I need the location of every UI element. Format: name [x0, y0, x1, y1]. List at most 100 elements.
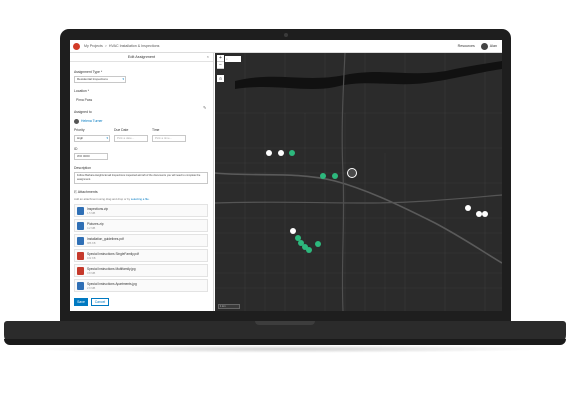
laptop-shadow	[20, 345, 550, 353]
zoom-out-button[interactable]: −	[217, 62, 224, 69]
time-label: Time	[152, 128, 160, 132]
description-textarea[interactable]: Follow Barbara Heights Email Inspections…	[74, 172, 208, 184]
attachments-hint-text: Add an attachment using drag and drop or…	[74, 197, 131, 201]
image-file-icon	[77, 267, 84, 275]
attachment-size: 4.2 MB	[87, 227, 96, 230]
app-header: My Projects > HVAC Installation & Inspec…	[70, 40, 502, 53]
locate-icon: ⊙	[218, 76, 223, 81]
basemap	[215, 53, 502, 311]
avatar[interactable]	[480, 42, 488, 50]
attachment-size: 102 KB	[87, 257, 96, 260]
scale-label: 1 km	[220, 305, 226, 308]
laptop-base-edge	[4, 339, 566, 345]
work-order-input[interactable]: WO 0000	[74, 153, 108, 160]
assigned-to-label: Assigned to	[74, 110, 92, 114]
select-file-link[interactable]: selecting a file.	[131, 197, 150, 201]
priority-value: High	[77, 136, 84, 140]
app-logo-icon[interactable]	[73, 42, 80, 50]
attachment-size: 3.8 MB	[87, 272, 96, 275]
map-search-button[interactable]: ⌕	[225, 56, 241, 62]
chevron-down-icon: ▾	[122, 77, 124, 81]
attachments-label: ⎘ Attachments	[74, 190, 98, 194]
assignment-marker[interactable]	[306, 247, 312, 253]
chevron-down-icon: ▾	[106, 136, 108, 140]
due-date-input[interactable]: Pick a date...	[114, 135, 148, 142]
attachment-item[interactable]: Special Instructions Multifamily.jpg 3.8…	[74, 264, 208, 277]
cancel-button[interactable]: Cancel	[91, 298, 109, 306]
laptop-mockup: My Projects > HVAC Installation & Inspec…	[0, 0, 570, 419]
assignment-type-value: Residential Inspections	[77, 77, 108, 81]
priority-label: Priority	[74, 128, 85, 132]
attachment-name: Inspections.zip	[87, 207, 109, 211]
attachment-item[interactable]: Inspections.zip 1.5 MB	[74, 204, 208, 217]
zip-file-icon	[77, 222, 84, 230]
laptop-notch	[255, 321, 315, 325]
breadcrumb-project[interactable]: HVAC Installation & Inspections	[109, 44, 159, 48]
breadcrumb-my-projects[interactable]: My Projects	[84, 44, 103, 48]
map-view[interactable]: + − ⌕ ⊙ 1 km	[215, 53, 502, 311]
attachment-name: Installation_guidelines.pdf	[87, 237, 124, 241]
assignment-type-label: Assignment Type *	[74, 70, 103, 74]
work-order-label: ID	[74, 147, 78, 151]
zip-file-icon	[77, 207, 84, 215]
attachment-size: 2.9 MB	[87, 287, 96, 290]
map-cluster-marker[interactable]	[476, 211, 482, 217]
attachment-item[interactable]: Pictures.zip 4.2 MB	[74, 219, 208, 232]
attachment-item[interactable]: Special Instructions SingleFamily.pdf 10…	[74, 249, 208, 262]
search-icon: ⌕	[226, 57, 228, 61]
map-cluster-marker[interactable]	[290, 228, 296, 234]
attachments-hint: Add an attachment using drag and drop or…	[74, 197, 149, 201]
attachments-title: Attachments	[77, 190, 98, 194]
assignment-marker[interactable]	[295, 235, 301, 241]
time-placeholder: Pick a time...	[155, 136, 173, 140]
panel-header: Edit Assignment ×	[70, 53, 213, 62]
river	[235, 61, 502, 89]
assignment-marker[interactable]	[315, 241, 321, 247]
attachment-name: Special Instructions SingleFamily.pdf	[87, 252, 139, 256]
minor-streets	[215, 113, 502, 311]
due-date-label: Due Date	[114, 128, 129, 132]
locate-button[interactable]: ⊙	[217, 75, 224, 82]
due-date-placeholder: Pick a date...	[117, 136, 135, 140]
webcam	[284, 33, 288, 37]
pdf-file-icon	[77, 252, 84, 260]
user-name[interactable]: Alan	[490, 44, 497, 48]
time-input[interactable]: Pick a time...	[152, 135, 186, 142]
map-markers	[266, 150, 488, 253]
road-network	[215, 53, 502, 311]
assignee-avatar	[74, 119, 79, 124]
highway	[341, 53, 346, 311]
save-button[interactable]: Save	[74, 298, 88, 306]
attachment-item[interactable]: Special Instructions Apartments.jpg 2.9 …	[74, 279, 208, 292]
location-value[interactable]: Pima Pass	[76, 98, 92, 102]
priority-select[interactable]: High ▾	[74, 135, 110, 142]
attachment-name: Pictures.zip	[87, 222, 104, 226]
map-cluster-marker[interactable]	[465, 205, 471, 211]
edit-assignment-panel: Edit Assignment × Assignment Type * Resi…	[70, 53, 214, 311]
attachment-name: Special Instructions Multifamily.jpg	[87, 267, 136, 271]
map-cluster-marker[interactable]	[482, 211, 488, 217]
assignment-type-select[interactable]: Residential Inspections ▾	[74, 76, 126, 83]
attachment-name: Special Instructions Apartments.jpg	[87, 282, 137, 286]
app-screen: My Projects > HVAC Installation & Inspec…	[70, 40, 502, 311]
edit-location-icon[interactable]: ✎	[203, 105, 206, 110]
worker-avatar-icon	[348, 169, 356, 177]
assignment-marker[interactable]	[332, 173, 338, 179]
zoom-control: + −	[217, 55, 224, 69]
close-icon[interactable]: ×	[207, 54, 209, 59]
assignment-marker[interactable]	[289, 150, 295, 156]
map-cluster-marker[interactable]	[266, 150, 272, 156]
scale-bar: 1 km	[218, 304, 240, 309]
breadcrumb-separator: >	[104, 44, 107, 48]
attachment-item[interactable]: Installation_guidelines.pdf 986 KB	[74, 234, 208, 247]
assignee-name[interactable]: Helena Turner	[81, 119, 103, 123]
description-value: Follow Barbara Heights Email Inspections…	[77, 174, 201, 181]
work-order-value: WO 0000	[77, 154, 90, 158]
panel-title: Edit Assignment	[127, 55, 156, 59]
zoom-in-button[interactable]: +	[217, 55, 224, 62]
description-label: Description	[74, 166, 91, 170]
resources-link[interactable]: Resources	[458, 44, 475, 48]
map-cluster-marker[interactable]	[278, 150, 284, 156]
assignment-marker[interactable]	[320, 173, 326, 179]
highway	[215, 194, 502, 204]
